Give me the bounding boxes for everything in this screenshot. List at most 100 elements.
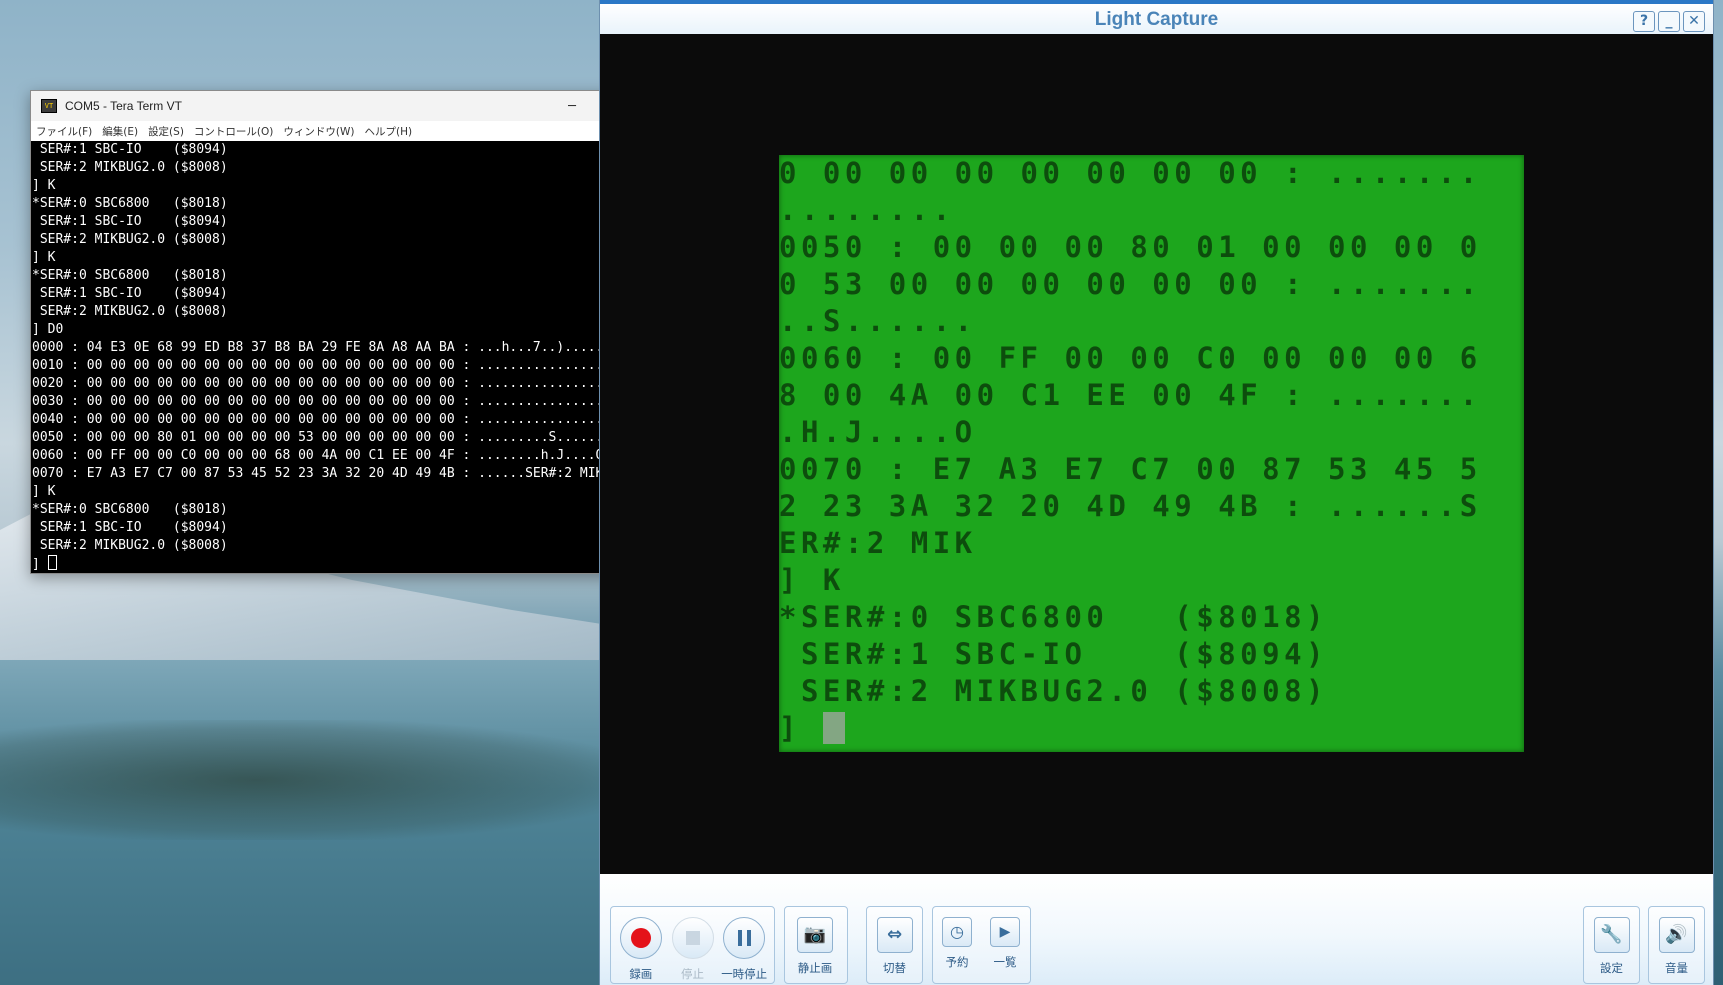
- crt-cursor: [822, 712, 845, 744]
- snapshot-group: 📷 静止画: [784, 906, 848, 984]
- lightcapture-window-title: Light Capture: [1094, 9, 1219, 30]
- camera-icon: 📷: [797, 917, 833, 953]
- crt-line: 8 00 4A 00 C1 EE 00 4F : .......: [779, 378, 1482, 412]
- terminal-line: ] K: [32, 178, 56, 193]
- volume-button[interactable]: 🔊 音量: [1649, 907, 1704, 983]
- crt-line: 0070 : E7 A3 E7 C7 00 87 53 45 5: [779, 452, 1482, 486]
- snapshot-label: 静止画: [797, 961, 833, 975]
- list-label: 一覧: [993, 955, 1017, 969]
- lightcapture-titlebar[interactable]: Light Capture ? _ ✕: [600, 0, 1713, 34]
- capture-toolbar: 録画 停止 一時停止 📷 静止画 ⇔ 切替 ◷ 予約 ▶ 一覧 🔧 設定 🔊 音…: [600, 874, 1713, 985]
- wrench-icon: 🔧: [1593, 917, 1630, 953]
- menu-setup[interactable]: 設定(S): [143, 124, 189, 139]
- terminal-line: 0050 : 00 00 00 80 01 00 00 00 00 53 00 …: [32, 430, 604, 445]
- crt-line: 0 00 00 00 00 00 00 00 : .......: [779, 156, 1482, 190]
- menu-window[interactable]: ウィンドウ(W): [278, 124, 359, 139]
- terminal-cursor: [47, 555, 57, 570]
- swap-arrows-icon: ⇔: [876, 917, 913, 953]
- switch-button[interactable]: ⇔ 切替: [867, 907, 922, 983]
- stop-button[interactable]: 停止: [671, 907, 715, 983]
- schedule-list-group: ◷ 予約 ▶ 一覧: [932, 906, 1031, 984]
- terminal-line: 0030 : 00 00 00 00 00 00 00 00 00 00 00 …: [32, 394, 604, 409]
- crt-line: *SER#:0 SBC6800 ($8018): [779, 600, 1328, 634]
- desktop-wallpaper-reflection: [0, 720, 640, 840]
- volume-group: 🔊 音量: [1648, 906, 1705, 984]
- teraterm-window-title: COM5 - Tera Term VT: [65, 99, 182, 113]
- teraterm-menubar: ファイル(F) 編集(E) 設定(S) コントロール(O) ウィンドウ(W) ヘ…: [31, 121, 687, 142]
- terminal-line: SER#:1 SBC-IO ($8094): [32, 286, 228, 301]
- terminal-output: SER#:1 SBC-IO ($8094) SER#:2 MIKBUG2.0 (…: [31, 141, 671, 555]
- terminal-prompt: ]: [32, 557, 48, 572]
- crt-screen: 0 00 00 00 00 00 00 00 : ....... .......…: [779, 155, 1524, 752]
- crt-line: 0 53 00 00 00 00 00 00 : .......: [779, 267, 1482, 301]
- terminal-line: *SER#:0 SBC6800 ($8018): [32, 502, 228, 517]
- crt-line: ........: [779, 193, 955, 227]
- terminal-line: 0070 : E7 A3 E7 C7 00 87 53 45 52 23 3A …: [32, 466, 604, 481]
- terminal-line: 0010 : 00 00 00 00 00 00 00 00 00 00 00 …: [32, 358, 604, 373]
- terminal-line: 0000 : 04 E3 0E 68 99 ED B8 37 B8 BA 29 …: [32, 340, 604, 355]
- switch-group: ⇔ 切替: [866, 906, 923, 984]
- menu-file[interactable]: ファイル(F): [31, 124, 97, 139]
- speaker-icon: 🔊: [1658, 917, 1695, 953]
- teraterm-app-icon: VT: [41, 99, 57, 113]
- switch-label: 切替: [883, 961, 906, 975]
- terminal-line: 0060 : 00 FF 00 00 C0 00 00 00 68 00 4A …: [32, 448, 604, 463]
- lightcapture-window[interactable]: Light Capture ? _ ✕ 0 00 00 00 00 00 00 …: [599, 0, 1714, 985]
- crt-line: 0050 : 00 00 00 80 01 00 00 00 0: [779, 230, 1482, 264]
- schedule-button[interactable]: ◷ 予約: [933, 907, 981, 983]
- menu-help[interactable]: ヘルプ(H): [359, 124, 417, 139]
- crt-output: 0 00 00 00 00 00 00 00 : ....... .......…: [779, 155, 1524, 710]
- capture-video-area: 0 00 00 00 00 00 00 00 : ....... .......…: [600, 34, 1713, 874]
- pause-label: 一時停止: [721, 967, 768, 981]
- terminal-line: SER#:1 SBC-IO ($8094): [32, 214, 228, 229]
- crt-line: ER#:2 MIK: [779, 526, 977, 560]
- close-button[interactable]: ✕: [1683, 11, 1705, 32]
- crt-line: ] K: [779, 563, 845, 597]
- terminal-line: SER#:2 MIKBUG2.0 ($8008): [32, 304, 228, 319]
- crt-line: ..S......: [779, 304, 977, 338]
- volume-label: 音量: [1665, 961, 1688, 975]
- crt-line: SER#:1 SBC-IO ($8094): [779, 637, 1328, 671]
- terminal-line: ] D0: [32, 322, 64, 337]
- pause-button[interactable]: 一時停止: [714, 907, 774, 983]
- crt-line: 2 23 3A 32 20 4D 49 4B : ......S: [779, 489, 1482, 523]
- terminal-prompt-line: ]: [31, 555, 671, 573]
- teraterm-titlebar[interactable]: VT COM5 - Tera Term VT ─ ☐ ✕: [31, 91, 687, 121]
- crt-line: .H.J....O: [779, 415, 977, 449]
- stop-label: 停止: [681, 967, 704, 981]
- crt-line: 0060 : 00 FF 00 00 C0 00 00 00 6: [779, 341, 1482, 375]
- settings-button[interactable]: 🔧 設定: [1584, 907, 1639, 983]
- minimize-button[interactable]: _: [1658, 11, 1680, 32]
- teraterm-window[interactable]: VT COM5 - Tera Term VT ─ ☐ ✕ ファイル(F) 編集(…: [30, 90, 688, 574]
- schedule-label: 予約: [945, 955, 969, 969]
- record-icon: [619, 917, 662, 959]
- record-label: 録画: [629, 967, 653, 981]
- terminal-line: SER#:1 SBC-IO ($8094): [32, 142, 228, 157]
- terminal-line: 0040 : 00 00 00 00 00 00 00 00 00 00 00 …: [32, 412, 604, 427]
- help-button[interactable]: ?: [1633, 11, 1655, 32]
- menu-control[interactable]: コントロール(O): [189, 124, 278, 139]
- terminal-line: *SER#:0 SBC6800 ($8018): [32, 268, 228, 283]
- recording-controls-group: 録画 停止 一時停止: [610, 906, 775, 984]
- terminal-line: SER#:2 MIKBUG2.0 ($8008): [32, 538, 228, 553]
- play-list-icon: ▶: [990, 917, 1020, 947]
- terminal-line: SER#:2 MIKBUG2.0 ($8008): [32, 160, 228, 175]
- list-button[interactable]: ▶ 一覧: [981, 907, 1029, 983]
- menu-edit[interactable]: 編集(E): [97, 124, 143, 139]
- terminal-screen[interactable]: SER#:1 SBC-IO ($8094) SER#:2 MIKBUG2.0 (…: [31, 141, 671, 573]
- crt-line: SER#:2 MIKBUG2.0 ($8008): [779, 674, 1328, 708]
- crt-prompt: ]: [779, 711, 823, 745]
- snapshot-button[interactable]: 📷 静止画: [785, 907, 845, 983]
- crt-prompt-line: ]: [779, 710, 1524, 747]
- terminal-line: ] K: [32, 484, 56, 499]
- clock-icon: ◷: [942, 917, 972, 947]
- record-button[interactable]: 録画: [611, 907, 671, 983]
- terminal-line: ] K: [32, 250, 56, 265]
- settings-group: 🔧 設定: [1583, 906, 1640, 984]
- pause-icon: [723, 917, 766, 959]
- terminal-line: 0020 : 00 00 00 00 00 00 00 00 00 00 00 …: [32, 376, 604, 391]
- terminal-line: SER#:2 MIKBUG2.0 ($8008): [32, 232, 228, 247]
- terminal-line: *SER#:0 SBC6800 ($8018): [32, 196, 228, 211]
- minimize-button[interactable]: ─: [549, 91, 595, 121]
- terminal-line: SER#:1 SBC-IO ($8094): [32, 520, 228, 535]
